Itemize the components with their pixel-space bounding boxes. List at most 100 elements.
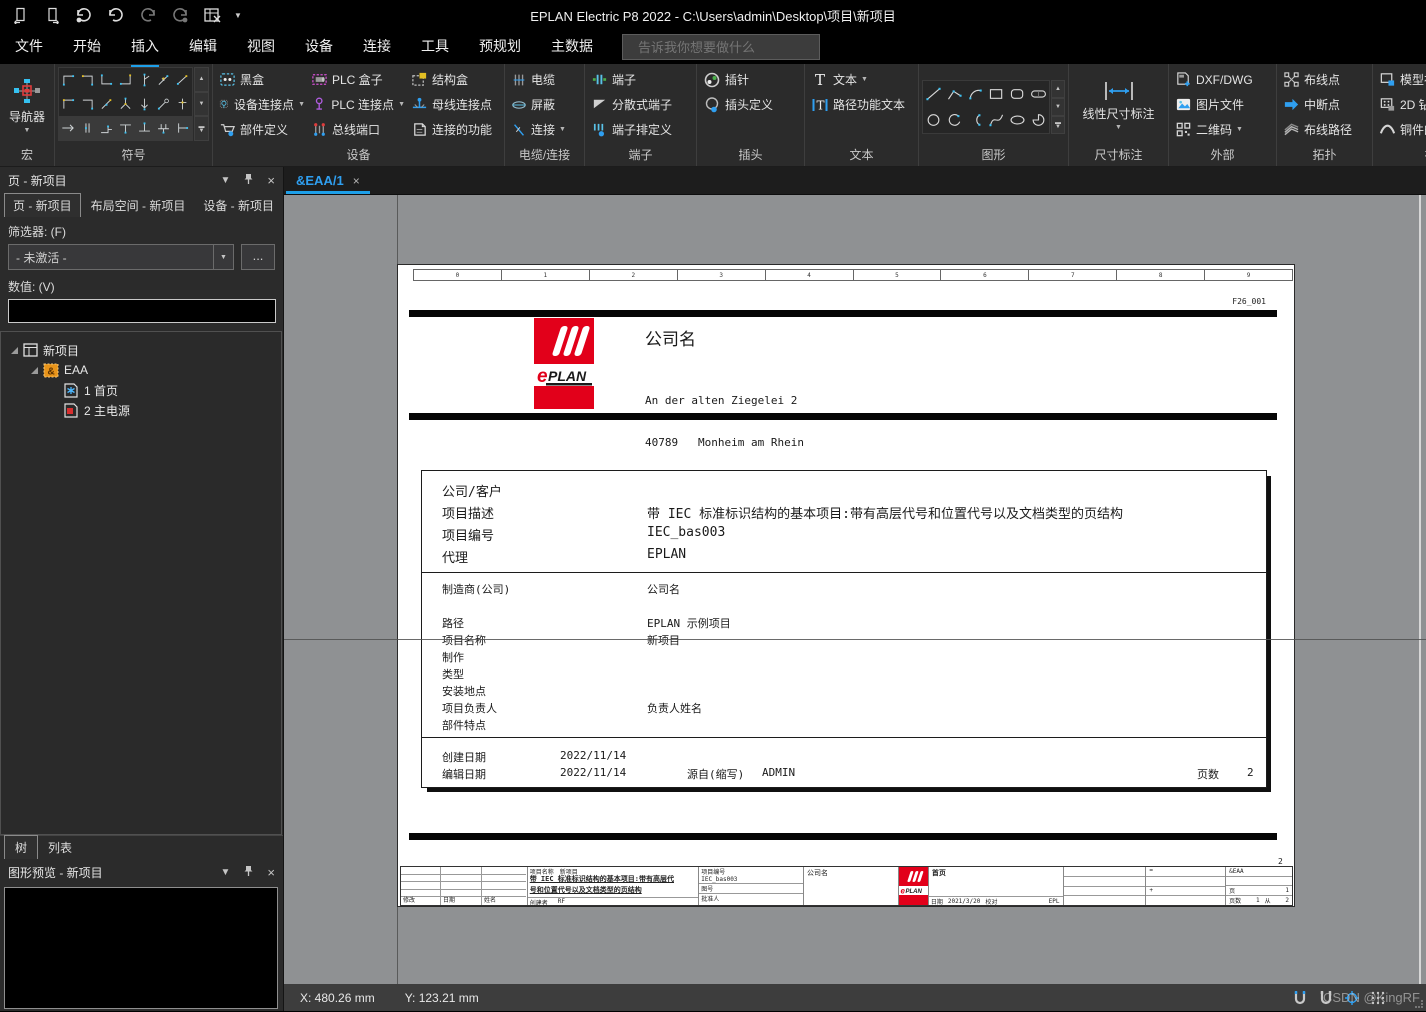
graphic-thumb-ellipse[interactable] (1007, 107, 1028, 133)
canvas-scrollbar[interactable] (1419, 195, 1421, 984)
undo-list-icon[interactable] (74, 5, 94, 25)
symbol-thumb[interactable] (59, 92, 78, 116)
model-view-button[interactable]: 模型视图 (1376, 67, 1426, 92)
symbol-thumb[interactable] (97, 92, 116, 116)
symbol-thumb[interactable] (116, 68, 135, 92)
plug-definition-button[interactable]: 插头定义 (700, 92, 776, 117)
close-project-icon[interactable] (202, 5, 222, 25)
symbol-thumb[interactable] (59, 68, 78, 92)
graphic-thumb-circle[interactable] (923, 107, 944, 133)
structure-box-button[interactable]: 结构盒 (408, 67, 502, 92)
routing-path-button[interactable]: 布线路径 (1280, 117, 1355, 142)
tree-item-project[interactable]: 新项目 (1, 340, 281, 360)
menu-tab-file[interactable]: 文件 (0, 30, 58, 64)
symbol-thumb[interactable] (154, 92, 173, 116)
qr-code-button[interactable]: 二维码 ▼ (1172, 117, 1256, 142)
terminal-button[interactable]: 端子 (588, 67, 675, 92)
symbol-thumb[interactable] (78, 116, 97, 140)
search-input[interactable] (638, 39, 814, 55)
tree-item-page-2[interactable]: 2 主电源 (1, 400, 281, 420)
dxf-dwg-button[interactable]: DXF/DWG (1172, 67, 1256, 92)
expander-icon[interactable] (11, 346, 18, 354)
dropdown-icon[interactable]: ▼ (298, 101, 305, 108)
menu-tab-start[interactable]: 开始 (58, 30, 116, 64)
expander-icon[interactable] (31, 366, 38, 374)
tab-close-icon[interactable]: × (353, 174, 360, 188)
symbol-thumb[interactable] (78, 92, 97, 116)
graphic-thumb-rectangle[interactable] (986, 81, 1007, 107)
graphic-thumb-rounded-rectangle[interactable] (1007, 81, 1028, 107)
pin-icon[interactable] (243, 865, 254, 880)
dropdown-icon[interactable]: ▼ (1236, 126, 1243, 133)
graphic-thumb-polyline[interactable] (944, 81, 965, 107)
routing-point-button[interactable]: 布线点 (1280, 67, 1355, 92)
symbol-thumb[interactable] (116, 92, 135, 116)
plug-pin-button[interactable]: 插针 (700, 67, 776, 92)
tree-item-structure-eaa[interactable]: & EAA (1, 360, 281, 380)
black-box-button[interactable]: 黑盒 (216, 67, 308, 92)
graphic-thumb-pie[interactable] (1028, 107, 1049, 133)
interruption-point-button[interactable]: 中断点 (1280, 92, 1355, 117)
page-forward-icon[interactable] (42, 5, 62, 25)
gallery-down-icon[interactable]: ▼ (194, 91, 209, 117)
bus-port-button[interactable]: 总线端口 (308, 117, 408, 142)
search-box[interactable] (622, 34, 820, 60)
dropdown-icon[interactable]: ▼ (861, 76, 868, 83)
filter-dropdown[interactable]: - 未激活 - ▼ (8, 244, 234, 270)
connected-function-button[interactable]: 连接的功能 (408, 117, 502, 142)
symbol-thumb[interactable] (154, 116, 173, 140)
terminal-strip-definition-button[interactable]: 端子排定义 (588, 117, 675, 142)
qat-dropdown-icon[interactable]: ▼ (234, 11, 242, 20)
value-input[interactable] (8, 299, 276, 323)
filter-more-button[interactable]: ... (241, 244, 275, 270)
shielding-button[interactable]: 屏蔽 (508, 92, 569, 117)
panel-menu-icon[interactable]: ▼ (221, 175, 231, 186)
device-connection-point-button[interactable]: 设备连接点 ▼ (216, 92, 308, 117)
symbol-thumb[interactable] (135, 92, 154, 116)
tab-layout-space[interactable]: 布局空间 - 新项目 (83, 194, 194, 217)
drill-view-2d-button[interactable]: 2D 钻孔视图 (1376, 92, 1426, 117)
tab-pages[interactable]: 页 - 新项目 (4, 193, 81, 217)
menu-tab-connection[interactable]: 连接 (348, 30, 406, 64)
graphic-thumb-spline[interactable] (986, 107, 1007, 133)
gallery-up-icon[interactable]: ▲ (194, 67, 209, 92)
gallery-down-icon[interactable]: ▼ (1051, 97, 1065, 116)
plc-box-button[interactable]: PLC 盒子 (308, 67, 408, 92)
symbol-thumb[interactable] (173, 116, 192, 140)
symbol-thumb[interactable] (154, 68, 173, 92)
cable-button[interactable]: 电缆 (508, 67, 569, 92)
graphic-thumb-slot[interactable] (1028, 81, 1049, 107)
snap-magnet-icon[interactable] (1292, 990, 1308, 1006)
connection-button[interactable]: 连接 ▼ (508, 117, 569, 142)
distributed-terminal-button[interactable]: 分散式端子 (588, 92, 675, 117)
copper-unfold-button[interactable]: 铜件的展开图 (1376, 117, 1426, 142)
path-function-text-button[interactable]: T 路径功能文本 (808, 92, 908, 117)
dropdown-icon[interactable]: ▼ (1115, 124, 1122, 131)
symbol-thumb[interactable] (97, 68, 116, 92)
page-back-icon[interactable] (10, 5, 30, 25)
gallery-more-icon[interactable]: ▬ ▼ (194, 116, 209, 142)
menu-tab-edit[interactable]: 编辑 (174, 30, 232, 64)
image-file-button[interactable]: 图片文件 (1172, 92, 1256, 117)
part-definition-button[interactable]: 部件定义 (216, 117, 308, 142)
pin-icon[interactable] (243, 173, 254, 188)
symbol-thumb[interactable] (135, 68, 154, 92)
dropdown-icon[interactable]: ▼ (398, 101, 405, 108)
tab-devices[interactable]: 设备 - 新项目 (195, 194, 282, 217)
redo-icon[interactable] (138, 5, 158, 25)
menu-tab-device[interactable]: 设备 (290, 30, 348, 64)
graphic-thumb-line[interactable] (923, 81, 944, 107)
text-button[interactable]: T 文本 ▼ (808, 67, 908, 92)
close-icon[interactable]: × (267, 865, 275, 880)
tree-item-page-1[interactable]: 1 首页 (1, 380, 281, 400)
symbol-thumb[interactable] (116, 116, 135, 140)
drawing-canvas[interactable]: 0 1 2 3 4 5 6 7 8 9 F26_001 e PLAN 公司名 A… (284, 195, 1426, 984)
symbol-thumb[interactable] (135, 116, 154, 140)
document-tab[interactable]: &EAA/1 × (284, 167, 372, 194)
gallery-up-icon[interactable]: ▲ (1051, 79, 1065, 98)
busbar-connection-point-button[interactable]: 母线连接点 (408, 92, 502, 117)
menu-tab-preplanning[interactable]: 预规划 (464, 30, 536, 64)
symbol-thumb-selected[interactable] (59, 116, 78, 140)
menu-tab-view[interactable]: 视图 (232, 30, 290, 64)
navigator-button[interactable]: 导航器 ▼ (3, 67, 51, 143)
